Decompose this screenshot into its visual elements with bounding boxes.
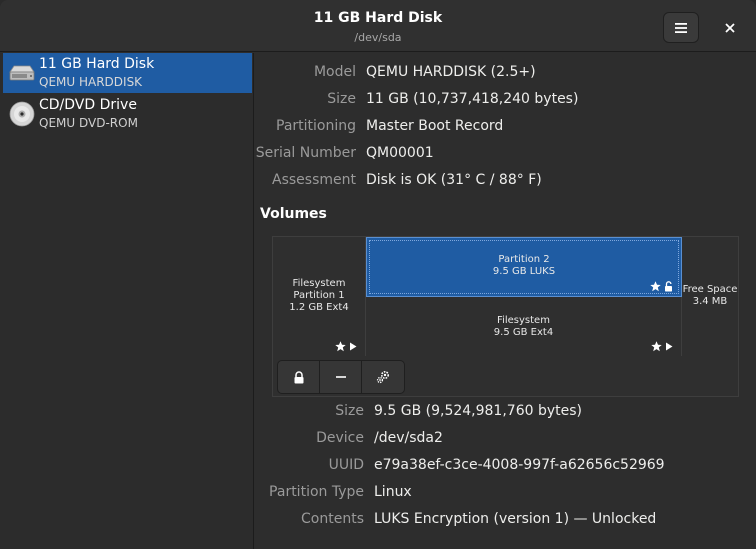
- unlocked-icon: [665, 281, 672, 292]
- partitioning-label: Partitioning: [276, 118, 356, 134]
- uuid-value: e79a38ef-c3ce-4008-997f-a62656c52969: [374, 457, 665, 473]
- volume-free-space[interactable]: Free Space 3.4 MB: [682, 237, 738, 356]
- volume-filesystem-partition-1[interactable]: Filesystem Partition 1 1.2 GB Ext4: [273, 237, 366, 356]
- lock-icon: [294, 370, 303, 383]
- device-label: Device: [316, 430, 364, 446]
- sidebar-item-name: CD/DVD Drive: [39, 97, 137, 113]
- segment-type-label: Filesystem: [497, 315, 550, 326]
- partition-type-value: Linux: [374, 484, 412, 500]
- menu-button[interactable]: [663, 12, 699, 43]
- segment-size-label: 9.5 GB Ext4: [493, 327, 554, 338]
- delete-partition-button[interactable]: [320, 361, 362, 393]
- segment-type-label: Free Space: [682, 284, 738, 295]
- segment-name-label: Partition 1: [293, 290, 345, 301]
- minus-icon: [335, 376, 346, 378]
- size-label: Size: [327, 91, 356, 107]
- volume-map-frame: Filesystem Partition 1 1.2 GB Ext4 Parti…: [272, 236, 739, 397]
- disks-window: 11 GB Hard Disk /dev/sda 11 GB Hard Disk…: [0, 0, 756, 549]
- segment-size-label: 9.5 GB LUKS: [492, 266, 556, 277]
- close-button[interactable]: [716, 14, 744, 42]
- sidebar-item-model: QEMU HARDDISK: [39, 75, 143, 89]
- volume-filesystem-partition-2[interactable]: Filesystem 9.5 GB Ext4: [366, 297, 682, 356]
- drive-list-sidebar: 11 GB Hard Disk QEMU HARDDISK CD/DVD Dri…: [0, 53, 254, 549]
- volume-map: Filesystem Partition 1 1.2 GB Ext4 Parti…: [273, 237, 738, 356]
- close-icon: [725, 23, 735, 33]
- model-value: QEMU HARDDISK (2.5+): [366, 64, 536, 80]
- assessment-label: Assessment: [272, 172, 356, 188]
- segment-size-label: 1.2 GB Ext4: [289, 302, 349, 313]
- device-value: /dev/sda2: [374, 430, 443, 446]
- header-bar: 11 GB Hard Disk /dev/sda: [0, 0, 756, 52]
- contents-label: Contents: [301, 511, 364, 527]
- window-title: 11 GB Hard Disk: [313, 10, 443, 26]
- serial-number-value: QM00001: [366, 145, 434, 161]
- segment-type-label: Filesystem: [292, 278, 346, 289]
- sidebar-item-hard-disk[interactable]: 11 GB Hard Disk QEMU HARDDISK: [3, 53, 252, 93]
- sidebar-item-cd-dvd-drive[interactable]: CD/DVD Drive QEMU DVD-ROM: [3, 94, 252, 134]
- mount-play-icon: [350, 342, 357, 351]
- mount-play-icon: [666, 342, 673, 351]
- contents-value: LUKS Encryption (version 1) — Unlocked: [374, 511, 657, 527]
- star-icon: [651, 341, 662, 352]
- hard-disk-icon: [9, 65, 35, 81]
- star-icon: [650, 281, 661, 292]
- segment-name-label: Partition 2: [498, 254, 550, 265]
- window-subtitle: /dev/sda: [354, 31, 402, 44]
- volume-toolbar: [277, 360, 405, 394]
- star-icon: [335, 341, 346, 352]
- partition-type-label: Partition Type: [269, 484, 364, 500]
- sidebar-item-model: QEMU DVD-ROM: [39, 116, 138, 130]
- more-actions-button[interactable]: [362, 361, 404, 393]
- sidebar-item-name: 11 GB Hard Disk: [39, 56, 155, 72]
- size-value: 11 GB (10,737,418,240 bytes): [366, 91, 579, 107]
- partition-size-value: 9.5 GB (9,524,981,760 bytes): [374, 403, 582, 419]
- lock-volume-button[interactable]: [278, 361, 320, 393]
- disk-details-panel: Model QEMU HARDDISK (2.5+) Size 11 GB (1…: [255, 53, 756, 549]
- model-label: Model: [313, 64, 356, 80]
- partitioning-value: Master Boot Record: [366, 118, 504, 134]
- volume-partition-2-luks[interactable]: Partition 2 9.5 GB LUKS: [366, 237, 682, 297]
- volumes-heading: Volumes: [260, 206, 327, 222]
- assessment-value: Disk is OK (31° C / 88° F): [366, 172, 542, 188]
- segment-size-label: 3.4 MB: [692, 296, 728, 307]
- partition-size-label: Size: [335, 403, 364, 419]
- optical-disc-icon: [9, 101, 35, 127]
- uuid-label: UUID: [328, 457, 364, 473]
- hamburger-menu-icon: [675, 22, 687, 33]
- gears-icon: [376, 370, 390, 384]
- serial-number-label: Serial Number: [255, 145, 356, 161]
